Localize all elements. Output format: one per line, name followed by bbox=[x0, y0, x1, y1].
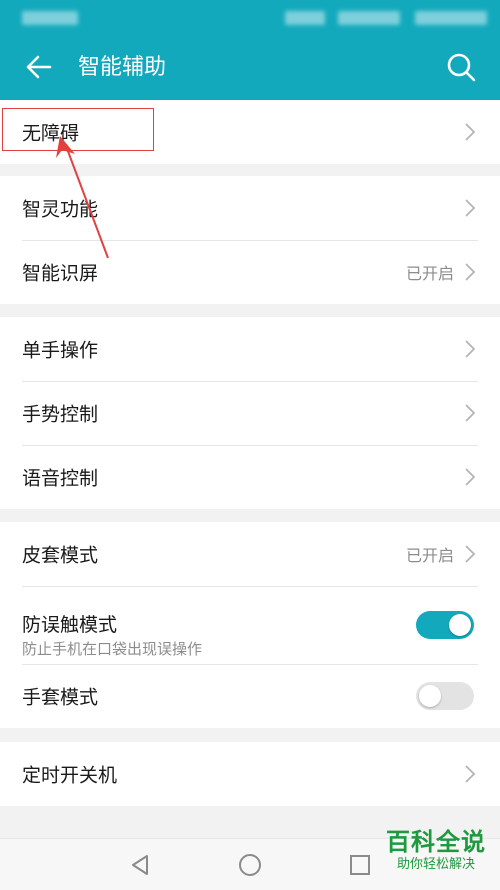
settings-item-glove-mode: 手套模式 bbox=[0, 664, 500, 728]
settings-item-label: 智灵功能 bbox=[22, 198, 99, 221]
settings-item-label: 皮套模式 bbox=[22, 544, 99, 567]
square-recents-icon[interactable] bbox=[346, 851, 374, 879]
settings-item-label: 定时开关机 bbox=[22, 764, 118, 787]
settings-item-gesture-control[interactable]: 手势控制 bbox=[0, 381, 500, 445]
chevron-right-icon bbox=[465, 123, 476, 141]
toggle-knob bbox=[419, 685, 441, 707]
settings-item-label: 防误触模式 bbox=[22, 614, 118, 636]
status-text: 已开启 bbox=[405, 546, 454, 565]
status-bar-blurred-time bbox=[415, 11, 487, 25]
page-title: 智能辅助 bbox=[78, 55, 167, 80]
settings-item-voice-control[interactable]: 语音控制 bbox=[0, 445, 500, 509]
settings-item-label: 智能识屏 bbox=[22, 262, 99, 285]
settings-item-label: 语音控制 bbox=[22, 467, 99, 490]
settings-group-control: 单手操作 手势控制 语音控制 bbox=[0, 317, 500, 509]
triangle-back-icon[interactable] bbox=[126, 851, 154, 879]
chevron-right-icon bbox=[465, 199, 476, 217]
settings-item-cover-mode[interactable]: 皮套模式 已开启 bbox=[0, 522, 500, 586]
settings-item-one-handed[interactable]: 单手操作 bbox=[0, 317, 500, 381]
settings-item-subtitle: 防止手机在口袋出现误操作 bbox=[22, 640, 203, 658]
chevron-right-icon bbox=[465, 340, 476, 358]
chevron-right-icon bbox=[465, 765, 476, 783]
settings-group-modes: 皮套模式 已开启 防误触模式 防止手机在口袋出现误操作 手套模式 bbox=[0, 522, 500, 728]
app-bar: 智能辅助 bbox=[0, 36, 500, 100]
chevron-right-icon bbox=[465, 545, 476, 563]
chevron-right-icon bbox=[465, 468, 476, 486]
settings-item-scheduled-power[interactable]: 定时开关机 bbox=[0, 742, 500, 806]
watermark-main: 百科全说 bbox=[386, 828, 486, 856]
toggle-knob bbox=[449, 614, 471, 636]
chevron-right-icon bbox=[465, 404, 476, 422]
status-bar-blurred-icons bbox=[338, 11, 400, 25]
settings-item-accidental-touch: 防误触模式 防止手机在口袋出现误操作 bbox=[0, 586, 500, 664]
circle-home-icon[interactable] bbox=[236, 851, 264, 879]
watermark-sub: 助你轻松解决 bbox=[396, 857, 475, 872]
annotation-highlight-box bbox=[2, 108, 154, 151]
chevron-right-icon bbox=[465, 263, 476, 281]
settings-group-smart: 智灵功能 智能识屏 已开启 bbox=[0, 176, 500, 304]
settings-item-label: 手套模式 bbox=[22, 686, 99, 709]
status-bar-blurred-icons bbox=[285, 11, 325, 25]
status-bar-blurred-carrier bbox=[22, 11, 78, 25]
settings-item-smart-screen-recognition[interactable]: 智能识屏 已开启 bbox=[0, 240, 500, 304]
accidental-touch-toggle[interactable] bbox=[416, 611, 474, 639]
settings-item-label: 手势控制 bbox=[22, 403, 99, 426]
settings-item-label: 单手操作 bbox=[22, 339, 99, 362]
search-icon[interactable] bbox=[444, 50, 478, 84]
status-bar bbox=[0, 0, 500, 36]
settings-item-smart-functions[interactable]: 智灵功能 bbox=[0, 176, 500, 240]
settings-group-schedule: 定时开关机 bbox=[0, 742, 500, 806]
status-text: 已开启 bbox=[405, 264, 454, 283]
watermark: 百科全说 助你轻松解决 bbox=[386, 828, 486, 874]
glove-mode-toggle[interactable] bbox=[416, 682, 474, 710]
back-arrow-icon[interactable] bbox=[22, 50, 56, 84]
